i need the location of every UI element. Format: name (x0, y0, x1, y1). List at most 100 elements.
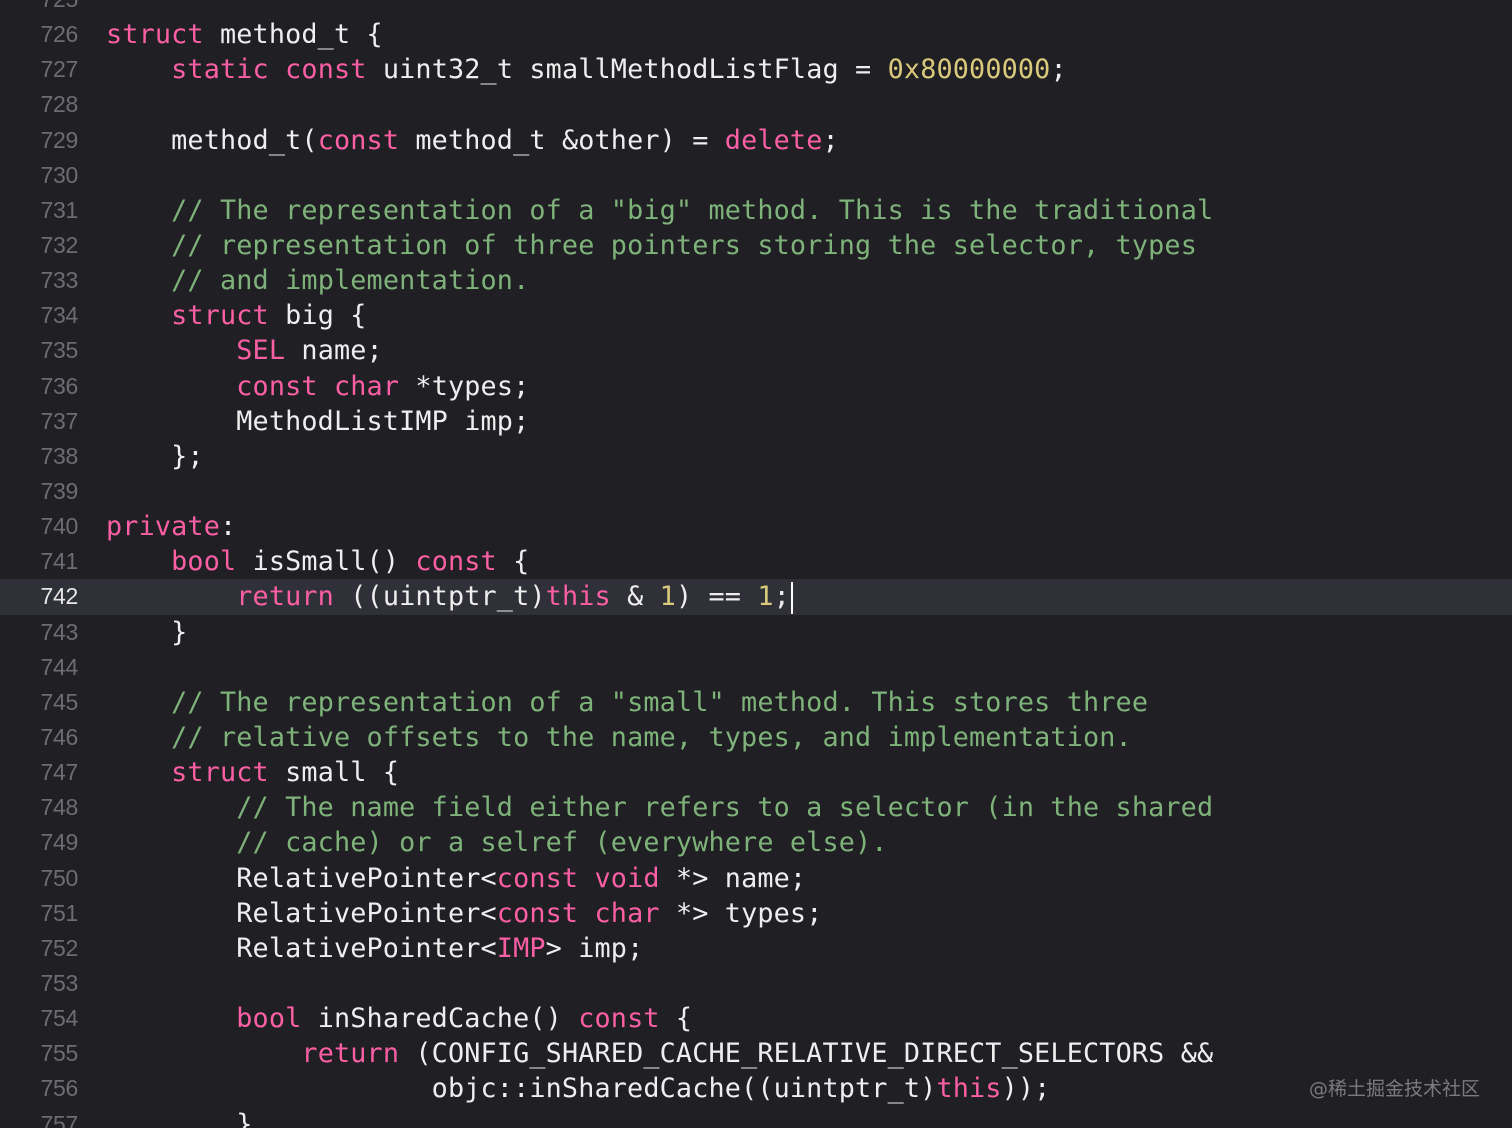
code-token-plain: method_t( (106, 124, 318, 156)
code-text: SEL name; (106, 333, 383, 368)
code-line[interactable]: 736 const char *types; (0, 369, 1512, 404)
code-token-kw: return (301, 1038, 400, 1070)
code-line[interactable]: 756 objc::inSharedCache((uintptr_t)this)… (0, 1071, 1512, 1106)
code-token-plain: )); (1001, 1073, 1051, 1105)
line-number: 756 (40, 1075, 79, 1102)
line-number: 751 (40, 899, 79, 926)
code-token-plain: ; (822, 124, 839, 156)
code-token-kw: struct (171, 300, 269, 332)
code-token-kw: this (545, 581, 611, 613)
code-line[interactable]: 757 } (0, 1107, 1512, 1128)
code-token-plain: { (496, 546, 530, 578)
line-number: 749 (40, 829, 79, 856)
code-line[interactable]: 735 SEL name; (0, 333, 1512, 368)
code-line[interactable]: 734 struct big { (0, 298, 1512, 333)
code-text: RelativePointer<const void *> name; (106, 861, 806, 896)
code-token-kw: char (594, 897, 660, 929)
code-line[interactable]: 747 struct small { (0, 755, 1512, 790)
line-number: 755 (40, 1040, 79, 1067)
line-number: 752 (40, 934, 79, 961)
code-text: const char *types; (106, 369, 529, 404)
code-text: } (106, 1107, 253, 1128)
code-line[interactable]: 739 (0, 474, 1512, 509)
code-line[interactable]: 740 private: (0, 509, 1512, 544)
code-text: // The representation of a "big" method.… (106, 193, 1213, 228)
code-text: struct small { (106, 755, 399, 790)
code-line[interactable]: 748 // The name field either refers to a… (0, 790, 1512, 825)
line-number: 753 (40, 969, 79, 996)
code-line[interactable]: 731 // The representation of a "big" met… (0, 193, 1512, 228)
code-line[interactable]: 738 }; (0, 439, 1512, 474)
code-token-plain: *types; (399, 370, 530, 402)
code-token-plain: RelativePointer< (106, 897, 497, 929)
code-line[interactable]: 745 // The representation of a "small" m… (0, 685, 1512, 720)
code-line[interactable]: 749 // cache) or a selref (everywhere el… (0, 825, 1512, 860)
code-line[interactable]: 753 (0, 966, 1512, 1001)
code-token-comment: // The representation of a "big" method.… (171, 194, 1214, 226)
code-token-kw: const (317, 124, 400, 156)
code-line[interactable]: 755 return (CONFIG_SHARED_CACHE_RELATIVE… (0, 1036, 1512, 1071)
code-token-kw: return (236, 581, 334, 613)
line-number: 741 (40, 548, 79, 575)
code-editor[interactable]: 725726struct method_t {727 static const … (0, 0, 1512, 1128)
code-text: // cache) or a selref (everywhere else). (106, 825, 888, 860)
code-line[interactable]: 751 RelativePointer<const char *> types; (0, 896, 1512, 931)
code-line[interactable]: 725 (0, 0, 1512, 17)
line-number: 747 (40, 759, 79, 786)
code-line[interactable]: 726 struct method_t { (0, 17, 1512, 52)
code-token-plain: *> types; (659, 897, 823, 929)
code-line[interactable]: 743 } (0, 615, 1512, 650)
code-line[interactable]: 737 MethodListIMP imp; (0, 404, 1512, 439)
code-line[interactable]: 727 static const uint32_t smallMethodLis… (0, 52, 1512, 87)
code-token-plain: *> name; (659, 862, 807, 894)
code-token-plain: big { (268, 300, 367, 332)
line-number: 745 (40, 688, 79, 715)
code-line[interactable]: 733 // and implementation. (0, 263, 1512, 298)
line-number: 734 (40, 302, 79, 329)
code-line[interactable]: 729 method_t(const method_t &other) = de… (0, 123, 1512, 158)
line-number: 738 (40, 442, 79, 469)
code-token-plain: RelativePointer< (106, 932, 497, 964)
code-text: // The name field either refers to a sel… (106, 790, 1213, 825)
code-token-plain: RelativePointer< (106, 862, 497, 894)
code-text: RelativePointer<const char *> types; (106, 896, 823, 931)
code-line[interactable]: 741 bool isSmall() const { (0, 544, 1512, 579)
line-number: 742 (40, 583, 79, 610)
code-text: RelativePointer<IMP> imp; (106, 931, 643, 966)
line-number: 729 (40, 126, 79, 153)
code-line[interactable]: 744 (0, 650, 1512, 685)
code-token-num: 1 (659, 581, 676, 613)
code-line[interactable]: 750 RelativePointer<const void *> name; (0, 861, 1512, 896)
code-line[interactable]: 746 // relative offsets to the name, typ… (0, 720, 1512, 755)
code-text: // The representation of a "small" metho… (106, 685, 1148, 720)
code-token-plain: ; (1050, 54, 1067, 86)
code-token-kw: struct (171, 757, 269, 789)
code-token-kw: private (106, 511, 220, 543)
code-token-num: 1 (757, 581, 774, 613)
code-line[interactable]: 754 bool inSharedCache() const { (0, 1001, 1512, 1036)
code-line[interactable]: 730 (0, 158, 1512, 193)
line-number: 730 (40, 161, 79, 188)
code-line[interactable]: 752 RelativePointer<IMP> imp; (0, 931, 1512, 966)
code-text: // relative offsets to the name, types, … (106, 720, 1132, 755)
code-text: }; (106, 439, 204, 474)
code-text: return (CONFIG_SHARED_CACHE_RELATIVE_DIR… (106, 1036, 1213, 1071)
code-line[interactable]: 732 // representation of three pointers … (0, 228, 1512, 263)
code-line[interactable]: 742 return ((uintptr_t)this & 1) == 1; (0, 579, 1512, 615)
code-token-comment: // and implementation. (171, 265, 530, 297)
code-line[interactable]: 728 (0, 87, 1512, 122)
code-token-plain: }; (106, 440, 204, 472)
code-token-kw: bool (171, 546, 237, 578)
line-number: 754 (40, 1005, 79, 1032)
